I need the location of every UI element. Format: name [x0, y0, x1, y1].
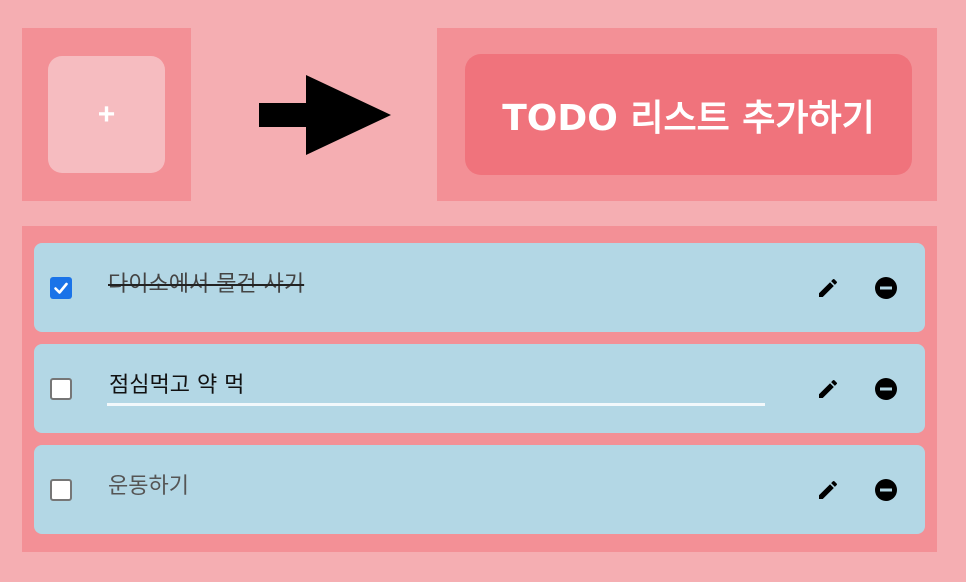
- edit-button[interactable]: [814, 476, 842, 504]
- todo-checkbox[interactable]: [50, 479, 72, 501]
- pencil-icon: [819, 379, 838, 398]
- edit-button[interactable]: [814, 375, 842, 403]
- delete-button[interactable]: [872, 274, 900, 302]
- todo-item: 운동하기: [34, 445, 925, 534]
- todo-item: 다이소에서 물건 사기: [34, 243, 925, 332]
- minus-circle-icon: [875, 378, 897, 400]
- todo-text: 운동하기: [108, 474, 189, 499]
- pencil-icon: [819, 480, 838, 499]
- todo-checkbox[interactable]: [50, 378, 72, 400]
- checkmark-icon: [54, 282, 68, 294]
- delete-button[interactable]: [872, 476, 900, 504]
- pencil-icon: [819, 278, 838, 297]
- todo-checkbox-checked[interactable]: [50, 277, 72, 299]
- add-todo-button[interactable]: +: [48, 56, 165, 173]
- arrow-right-icon: [259, 75, 391, 155]
- add-todo-list-button[interactable]: TODO 리스트 추가하기: [465, 54, 912, 175]
- todo-text: 다이소에서 물건 사기: [108, 272, 305, 297]
- todo-edit-input[interactable]: [107, 366, 765, 406]
- minus-circle-icon: [875, 277, 897, 299]
- todo-item: [34, 344, 925, 433]
- delete-button[interactable]: [872, 375, 900, 403]
- edit-button[interactable]: [814, 274, 842, 302]
- minus-circle-icon: [875, 479, 897, 501]
